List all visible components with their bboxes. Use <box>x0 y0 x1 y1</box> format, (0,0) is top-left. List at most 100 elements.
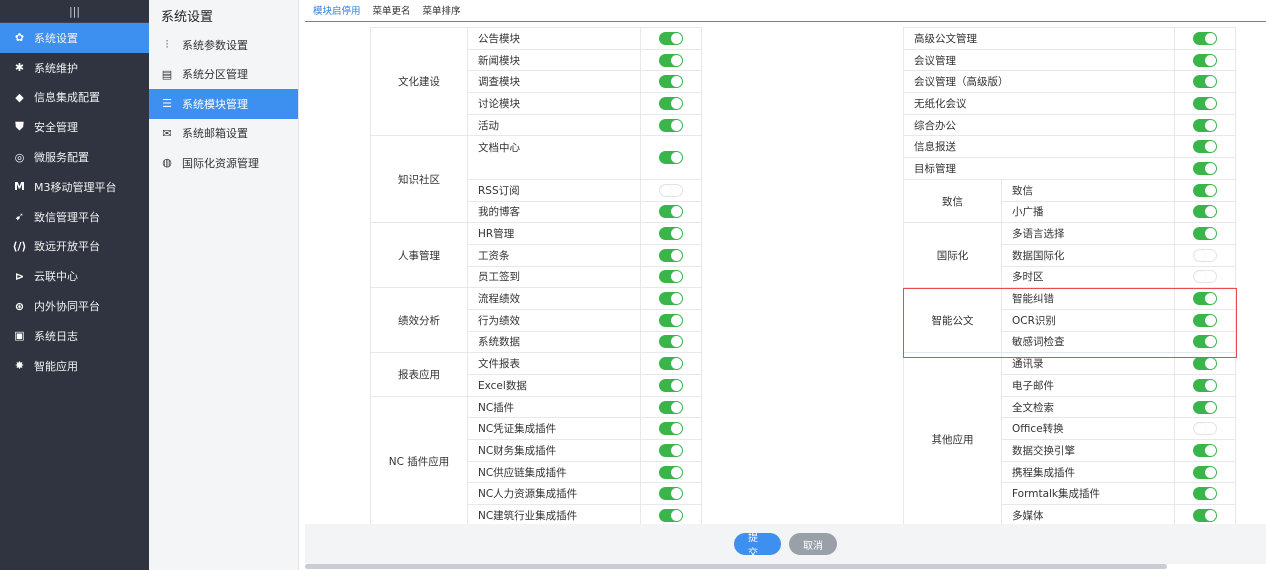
nav-item[interactable]: ✿ 系统设置 <box>0 23 149 53</box>
sub-menu-item[interactable]: ☰ 系统模块管理 <box>149 89 298 119</box>
nav-item[interactable]: M M3移动管理平台 <box>0 172 149 202</box>
nav-item[interactable]: ◆ 信息集成配置 <box>0 83 149 113</box>
module-toggle[interactable] <box>659 400 683 414</box>
module-toggle[interactable] <box>1193 422 1217 436</box>
switch-cell <box>1175 28 1236 50</box>
module-toggle[interactable] <box>659 96 683 110</box>
module-label: 活动 <box>468 114 641 137</box>
sub-menu-item[interactable]: ✉ 系统邮箱设置 <box>149 119 298 149</box>
module-toggle[interactable] <box>659 313 683 327</box>
module-toggle[interactable] <box>1193 378 1217 392</box>
module-label: 我的博客 <box>468 201 641 224</box>
switch-cell <box>1175 93 1236 115</box>
module-toggle[interactable] <box>1193 140 1217 154</box>
module-toggle[interactable] <box>659 75 683 89</box>
nav-item[interactable]: ⊛ 内外协同平台 <box>0 291 149 321</box>
module-toggle[interactable] <box>1193 53 1217 67</box>
sub-menu-item[interactable]: ⫶ 系统参数设置 <box>149 30 298 60</box>
module-toggle[interactable] <box>659 118 683 132</box>
module-toggle[interactable] <box>659 183 683 197</box>
module-toggle[interactable] <box>1193 31 1217 45</box>
switch-cell <box>641 49 702 72</box>
group-name: 报表应用 <box>371 353 468 397</box>
module-toggle[interactable] <box>659 443 683 457</box>
module-toggle[interactable] <box>659 227 683 241</box>
horizontal-scrollbar[interactable] <box>305 564 1167 569</box>
nav-item[interactable]: ◎ 微服务配置 <box>0 142 149 172</box>
module-toggle[interactable] <box>659 378 683 392</box>
nav-collapse-toggle[interactable]: ||| <box>0 0 149 23</box>
nav-item[interactable]: ⊳ 云联中心 <box>0 261 149 291</box>
module-label: 工资条 <box>468 244 641 267</box>
module-toggle[interactable] <box>1193 96 1217 110</box>
switch-cell <box>1175 223 1236 245</box>
nav-item[interactable]: ⛊ 安全管理 <box>0 112 149 142</box>
module-toggle[interactable] <box>659 53 683 67</box>
module-toggle[interactable] <box>1193 270 1217 284</box>
submit-button[interactable]: 提交 <box>734 533 781 559</box>
module-toggle[interactable] <box>659 422 683 436</box>
switch-cell <box>641 244 702 267</box>
module-toggle[interactable] <box>1193 508 1217 522</box>
switch-cell <box>641 309 702 332</box>
module-toggle[interactable] <box>1193 357 1217 371</box>
nav-item[interactable]: ✱ 系统维护 <box>0 53 149 83</box>
module-toggle[interactable] <box>659 270 683 284</box>
module-toggle[interactable] <box>659 335 683 349</box>
nav-item[interactable]: ✸ 智能应用 <box>0 351 149 381</box>
switch-cell <box>1175 244 1236 267</box>
sub-menu-item[interactable]: ▤ 系统分区管理 <box>149 60 298 90</box>
module-label: 讨论模块 <box>468 93 641 115</box>
module-toggle[interactable] <box>1193 227 1217 241</box>
sub-menu: 系统设置 ⫶ 系统参数设置 ▤ 系统分区管理 ☰ 系统模块管理 ✉ 系统邮箱设置 ◍ 国际化资源管… <box>149 0 299 570</box>
tab-menu-sort[interactable]: 菜单排序 <box>417 3 467 21</box>
module-toggle[interactable] <box>1193 183 1217 197</box>
code-icon: ⟨/⟩ <box>12 239 27 253</box>
module-toggle[interactable] <box>1193 313 1217 327</box>
module-toggle[interactable] <box>659 151 683 165</box>
switch-cell <box>1175 49 1236 72</box>
module-toggle[interactable] <box>659 487 683 501</box>
sub-menu-item[interactable]: ◍ 国际化资源管理 <box>149 148 298 178</box>
nav-item[interactable]: ⟨/⟩ 致远开放平台 <box>0 232 149 262</box>
module-toggle[interactable] <box>1193 205 1217 219</box>
action-bar: 提交 取消 <box>305 524 1266 564</box>
nav-item[interactable]: ▣ 系统日志 <box>0 321 149 351</box>
module-toggle[interactable] <box>1193 248 1217 262</box>
switch-cell <box>1175 418 1236 441</box>
module-toggle[interactable] <box>659 205 683 219</box>
switch-cell <box>1175 201 1236 224</box>
module-label: Formtalk集成插件 <box>1002 483 1175 506</box>
module-toggle[interactable] <box>1193 118 1217 132</box>
module-toggle[interactable] <box>1193 335 1217 349</box>
module-toggle[interactable] <box>1193 75 1217 89</box>
module-toggle[interactable] <box>1193 292 1217 306</box>
cancel-button[interactable]: 取消 <box>789 533 837 555</box>
module-toggle[interactable] <box>659 357 683 371</box>
group-name: 人事管理 <box>371 223 468 289</box>
module-label: 会议管理（高级版） <box>904 71 1175 94</box>
tab-menu-rename[interactable]: 菜单更名 <box>367 3 417 21</box>
switch-cell <box>641 223 702 245</box>
module-toggle[interactable] <box>1193 487 1217 501</box>
module-toggle[interactable] <box>1193 161 1217 175</box>
module-toggle[interactable] <box>659 292 683 306</box>
module-label: 目标管理 <box>904 158 1175 180</box>
module-toggle[interactable] <box>659 248 683 262</box>
module-toggle[interactable] <box>659 508 683 522</box>
switch-cell <box>641 114 702 137</box>
switch-cell <box>641 93 702 115</box>
module-toggle[interactable] <box>1193 400 1217 414</box>
module-toggle[interactable] <box>1193 443 1217 457</box>
sliders-icon: ⫶ <box>165 37 169 51</box>
module-toggle[interactable] <box>1193 465 1217 479</box>
switch-cell <box>641 353 702 375</box>
module-toggle[interactable] <box>659 465 683 479</box>
nav-item-label: 致信管理平台 <box>34 210 100 224</box>
switch-cell <box>1175 440 1236 462</box>
module-toggle[interactable] <box>659 31 683 45</box>
sub-menu-item-label: 系统模块管理 <box>182 97 248 111</box>
nav-item-label: 系统设置 <box>34 31 78 45</box>
tab-module-toggle[interactable]: 模块启停用 <box>307 3 367 21</box>
nav-item[interactable]: ➹ 致信管理平台 <box>0 202 149 232</box>
